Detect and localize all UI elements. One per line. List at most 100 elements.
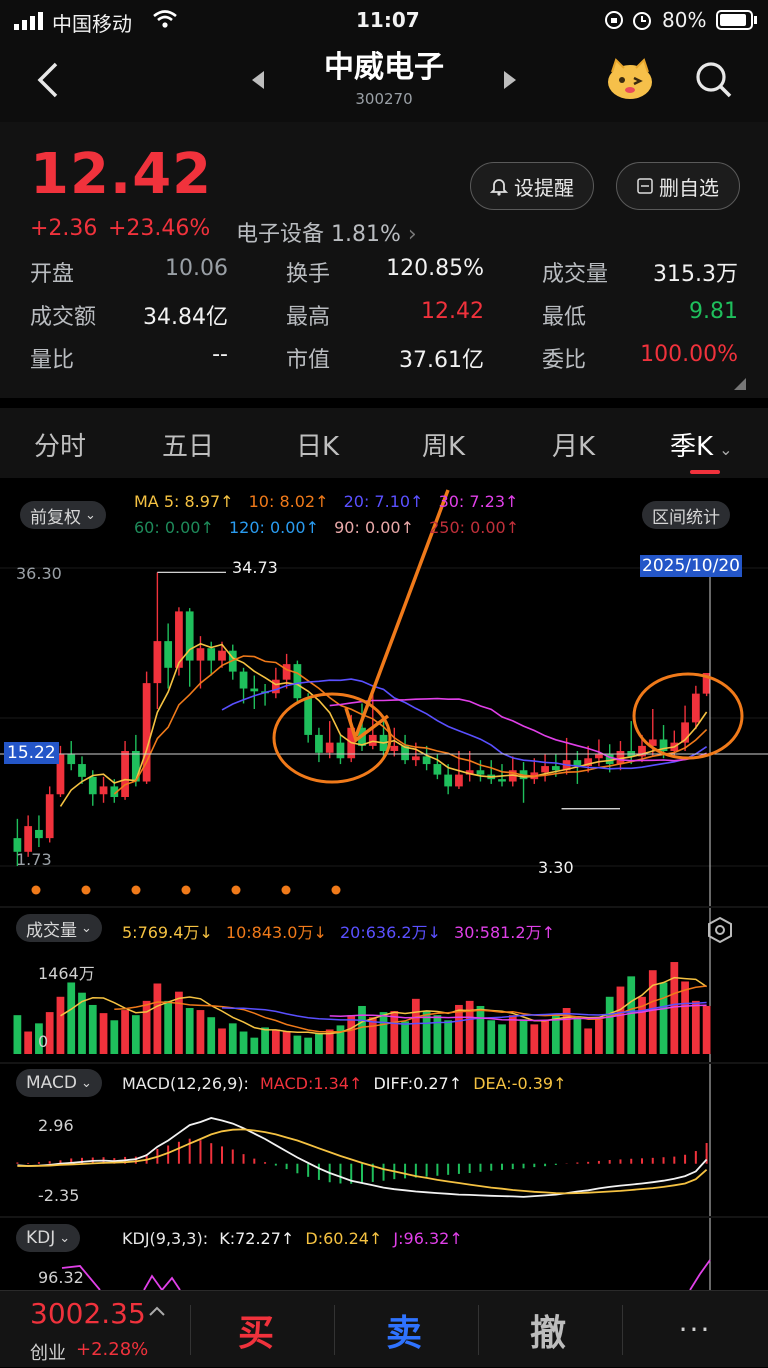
tab-quarterly-k[interactable]: 季K ⌄ xyxy=(670,426,732,463)
prev-stock-icon[interactable] xyxy=(250,70,266,90)
candle-body xyxy=(271,679,280,694)
diff-line xyxy=(17,1117,708,1198)
chevron-down-icon: ⌄ xyxy=(81,920,92,936)
cancel-order-button[interactable]: 撤 xyxy=(478,1291,618,1368)
status-bar: 中国移动 11:07 80% xyxy=(0,0,768,42)
kline-chart[interactable] xyxy=(0,478,768,1290)
lock-alarm-icon xyxy=(605,11,651,30)
sector-link[interactable]: 电子设备 1.81% › xyxy=(236,216,417,248)
set-alert-label: 设提醒 xyxy=(514,175,574,200)
low-price-label: 3.30 xyxy=(538,858,574,877)
remove-watchlist-button[interactable]: 删自选 xyxy=(616,162,740,210)
price-axis-bottom: 1.73 xyxy=(16,850,52,869)
mascot-icon[interactable] xyxy=(604,54,656,102)
volume-bar xyxy=(315,1033,323,1054)
candle-body xyxy=(164,641,173,668)
candle-body xyxy=(218,650,226,661)
volume-bar xyxy=(304,1037,313,1054)
volume-legend: 5:769.4万↓ 10:843.0万↓ 20:636.2万↓ 30:581.2… xyxy=(122,919,555,943)
stat-label: 市值 xyxy=(286,348,331,373)
chevron-down-icon: ⌄ xyxy=(85,507,96,523)
volume-indicator-label: 成交量 xyxy=(26,920,77,941)
price-change: +2.36 xyxy=(30,216,98,241)
macd-axis-top: 2.96 xyxy=(38,1116,74,1135)
volume-bar xyxy=(153,983,162,1054)
more-button[interactable]: ··· xyxy=(622,1291,768,1368)
volume-bar xyxy=(56,996,65,1054)
back-arrow-icon[interactable] xyxy=(34,62,60,98)
stock-code: 300270 xyxy=(355,90,413,108)
chevron-up-icon[interactable] xyxy=(148,1305,166,1317)
volume-bar xyxy=(498,1024,506,1054)
chevron-down-icon: ⌄ xyxy=(719,440,733,459)
candle-body xyxy=(315,734,323,753)
ma-legend-row1: MA 5: 8.97↑ 10: 8.02↑ 20: 7.10↑ 30: 7.23… xyxy=(134,492,518,511)
high-price-label: 34.73 xyxy=(232,558,278,577)
wifi-icon xyxy=(153,10,177,28)
ma30-value: 30: 7.23↑ xyxy=(438,492,519,511)
macd-indicator-dropdown[interactable]: MACD ⌄ xyxy=(16,1069,102,1097)
tab-weekly-k[interactable]: 周K xyxy=(422,426,465,463)
d-value: D:60.24↑ xyxy=(305,1229,383,1248)
candle-body xyxy=(99,786,108,795)
stat-value: 37.61亿 xyxy=(399,348,484,373)
k-value: K:72.27↑ xyxy=(219,1229,295,1248)
price-change-pct: +23.46% xyxy=(108,216,211,241)
sell-button[interactable]: 卖 xyxy=(334,1291,474,1368)
kdj-params: KDJ(9,3,3): xyxy=(122,1229,209,1248)
diff-value: DIFF:0.27↑ xyxy=(373,1074,463,1093)
stat-label: 开盘 xyxy=(30,262,75,287)
stat-value: 10.06 xyxy=(165,256,228,281)
index-value[interactable]: 3002.35 xyxy=(30,1297,146,1330)
volume-axis-top: 1464万 xyxy=(38,964,95,983)
tab-daily-k[interactable]: 日K xyxy=(296,426,339,463)
set-alert-button[interactable]: 设提醒 xyxy=(470,162,594,210)
stat-label: 最高 xyxy=(286,305,331,330)
tab-five-day[interactable]: 五日 xyxy=(162,426,214,463)
candle-body xyxy=(455,774,463,787)
volume-bar xyxy=(282,1031,291,1054)
volume-bar xyxy=(121,1010,129,1054)
kdj-indicator-dropdown[interactable]: KDJ ⌄ xyxy=(16,1224,81,1252)
settings-hexagon-icon[interactable] xyxy=(706,916,734,944)
volume-bar xyxy=(261,1027,269,1054)
stock-header: 中威电子 300270 xyxy=(0,42,768,122)
kdj-legend: KDJ(9,3,3): K:72.27↑ D:60.24↑ J:96.32↑ xyxy=(122,1229,463,1248)
signal-icon xyxy=(14,12,43,30)
stat-label: 换手 xyxy=(286,262,331,287)
adjust-mode-label: 前复权 xyxy=(30,507,81,528)
volume-indicator-dropdown[interactable]: 成交量 ⌄ xyxy=(16,914,102,942)
adjust-mode-dropdown[interactable]: 前复权 ⌄ xyxy=(20,501,106,529)
candle-body xyxy=(196,648,205,661)
clock: 11:07 xyxy=(356,8,420,32)
volume-bar xyxy=(131,1015,140,1054)
j-line xyxy=(143,1274,181,1290)
volume-bar xyxy=(99,1013,108,1054)
tab-intraday[interactable]: 分时 xyxy=(34,426,86,463)
volume-bar xyxy=(88,1004,97,1054)
next-stock-icon[interactable] xyxy=(502,70,518,90)
search-icon[interactable] xyxy=(694,60,734,100)
ma5-value: MA 5: 8.97↑ xyxy=(134,492,234,511)
tab-monthly-k[interactable]: 月K xyxy=(552,426,595,463)
expand-corner-icon[interactable] xyxy=(734,378,746,390)
candle-body xyxy=(67,754,76,765)
interval-stats-label: 区间统计 xyxy=(652,507,720,528)
volume-bar xyxy=(444,1020,453,1054)
volume-bar xyxy=(13,1015,22,1054)
volume-bar xyxy=(24,1031,33,1054)
buy-button[interactable]: 买 xyxy=(190,1291,322,1368)
active-tab-indicator xyxy=(690,470,720,474)
chevron-right-icon: › xyxy=(407,222,417,247)
volume-bar xyxy=(487,1020,496,1054)
candle-body xyxy=(411,756,420,761)
stat-label: 量比 xyxy=(30,348,75,373)
period-tabs: 分时 五日 日K 周K 月K 季K ⌄ xyxy=(0,408,768,478)
volume-bar xyxy=(239,1031,248,1054)
volume-bar xyxy=(659,982,668,1054)
candle-body xyxy=(207,648,216,661)
j-value: J:96.32↑ xyxy=(393,1229,463,1248)
interval-stats-button[interactable]: 区间统计 xyxy=(642,501,730,529)
event-marker-dot xyxy=(131,885,141,895)
vol-ma20-value: 20:636.2万↓ xyxy=(339,923,441,942)
